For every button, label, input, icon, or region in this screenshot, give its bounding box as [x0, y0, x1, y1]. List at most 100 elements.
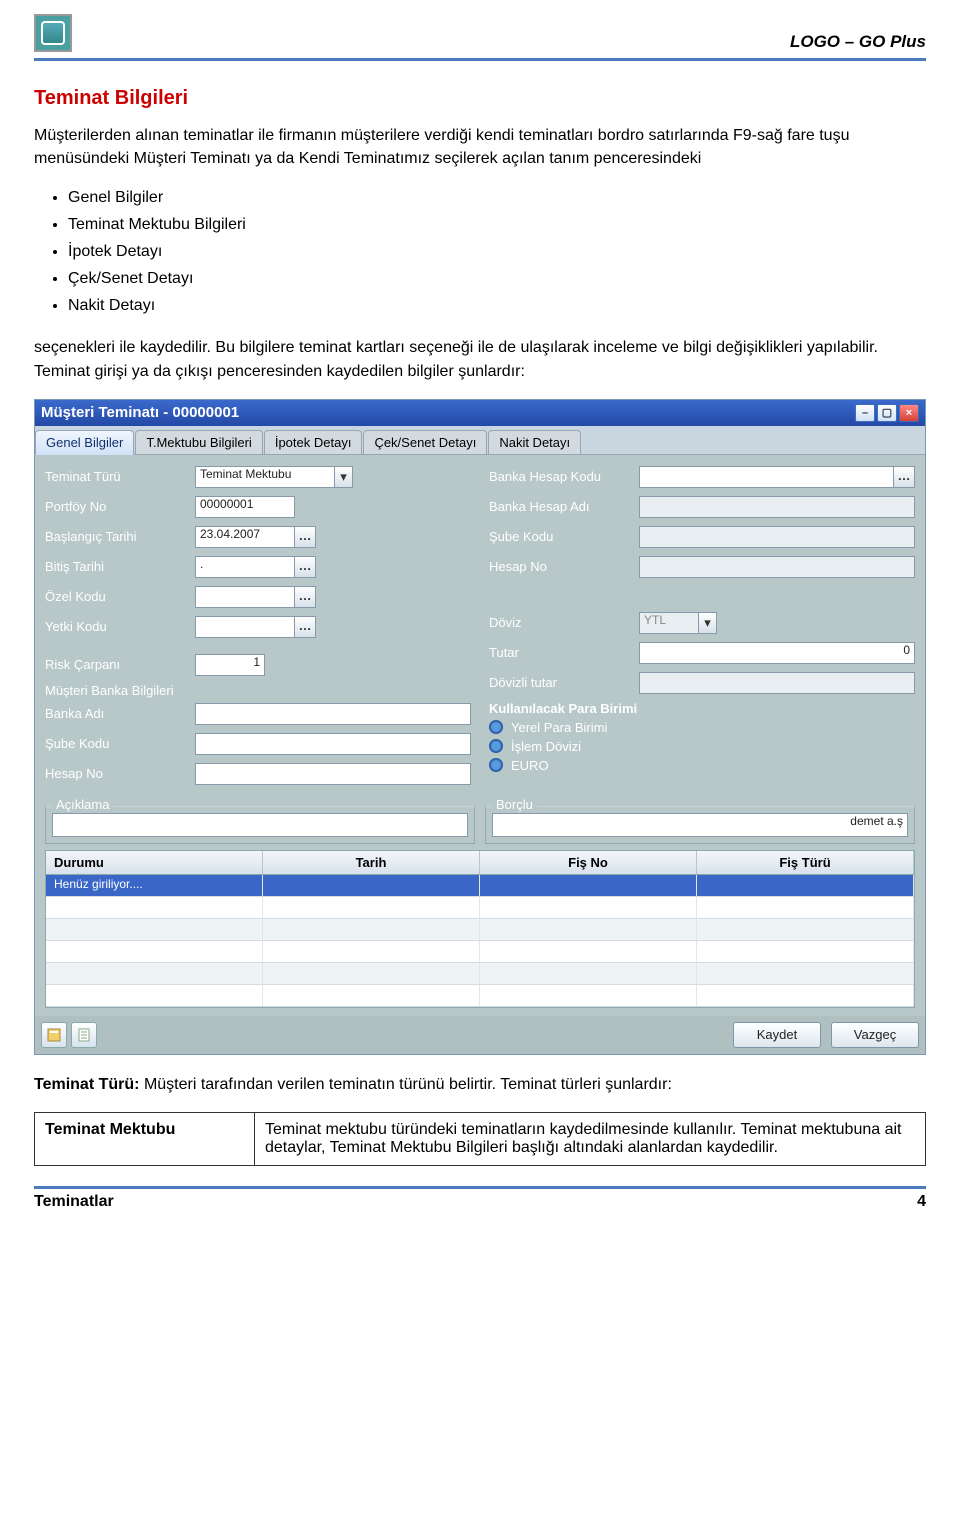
sube-kodu-label: Şube Kodu — [45, 736, 195, 751]
table-row[interactable] — [46, 897, 914, 919]
portfoy-no-label: Portföy No — [45, 499, 195, 514]
tab-tmektubu[interactable]: T.Mektubu Bilgileri — [135, 430, 263, 454]
brand-text: LOGO – GO Plus — [790, 32, 926, 52]
tab-nakit[interactable]: Nakit Detayı — [488, 430, 581, 454]
ozel-kodu-label: Özel Kodu — [45, 589, 195, 604]
table-row[interactable]: Henüz giriliyor.... — [46, 875, 914, 897]
baslangic-tarihi-label: Başlangıç Tarihi — [45, 529, 195, 544]
banka-hesap-kodu-label: Banka Hesap Kodu — [489, 469, 639, 484]
hesap-no-label: Hesap No — [45, 766, 195, 781]
radio-icon — [489, 720, 503, 734]
sube-kodu-label-r: Şube Kodu — [489, 529, 639, 544]
minimize-button[interactable]: – — [855, 404, 875, 422]
sube-kodu-r-input — [639, 526, 915, 548]
list-item: Genel Bilgiler — [68, 186, 926, 211]
section-title: Teminat Bilgileri — [34, 87, 926, 110]
dovizli-tutar-input — [639, 672, 915, 694]
portfoy-no-input[interactable]: 00000001 — [195, 496, 295, 518]
toolbar-icon-1[interactable] — [41, 1022, 67, 1048]
tutar-label: Tutar — [489, 645, 639, 660]
radio-icon — [489, 739, 503, 753]
yetki-kodu-input[interactable] — [195, 616, 295, 638]
radio-label: EURO — [511, 758, 549, 773]
aciklama-input[interactable] — [52, 813, 468, 837]
chevron-down-icon[interactable]: ▾ — [335, 466, 353, 488]
footer-left: Teminatlar — [34, 1193, 114, 1211]
list-item: Teminat Mektubu Bilgileri — [68, 213, 926, 238]
risk-carpani-label: Risk Çarpanı — [45, 657, 195, 672]
definition-table: Teminat Mektubu Teminat mektubu türündek… — [34, 1112, 926, 1166]
intro-paragraph: Müşterilerden alınan teminatlar ile firm… — [34, 124, 926, 170]
bullet-list: Genel Bilgiler Teminat Mektubu Bilgileri… — [68, 186, 926, 318]
bitis-tarihi-label: Bitiş Tarihi — [45, 559, 195, 574]
header-rule — [34, 58, 926, 61]
maximize-button[interactable]: ▢ — [877, 404, 897, 422]
aciklama-label: Açıklama — [52, 797, 113, 812]
table-row[interactable] — [46, 919, 914, 941]
tab-genel-bilgiler[interactable]: Genel Bilgiler — [35, 430, 134, 455]
radio-label: İşlem Dövizi — [511, 739, 581, 754]
titlebar: Müşteri Teminatı - 00000001 – ▢ × — [35, 400, 925, 426]
radio-label: Yerel Para Birimi — [511, 720, 607, 735]
teminat-turu-select[interactable]: Teminat Mektubu — [195, 466, 335, 488]
kpb-section: Kullanılacak Para Birimi — [489, 701, 915, 716]
doviz-select[interactable]: YTL — [639, 612, 699, 634]
close-button[interactable]: × — [899, 404, 919, 422]
ozel-kodu-input[interactable] — [195, 586, 295, 608]
lookup-button[interactable]: … — [294, 616, 316, 638]
status-grid: Durumu Tarih Fiş No Fiş Türü Henüz giril… — [45, 850, 915, 1008]
chevron-down-icon[interactable]: ▾ — [699, 612, 717, 634]
hesap-no-label-r: Hesap No — [489, 559, 639, 574]
borclu-input[interactable]: demet a.ş — [492, 813, 908, 837]
vazgec-button[interactable]: Vazgeç — [831, 1022, 919, 1048]
kaydet-button[interactable]: Kaydet — [733, 1022, 821, 1048]
radio-icon — [489, 758, 503, 772]
musteri-banka-section: Müşteri Banka Bilgileri — [45, 683, 471, 698]
toolbar-icon-2[interactable] — [71, 1022, 97, 1048]
radio-euro[interactable]: EURO — [489, 758, 915, 773]
cell-durumu: Henüz giriliyor.... — [46, 875, 263, 896]
hesap-no-input[interactable] — [195, 763, 471, 785]
banka-adi-label: Banka Adı — [45, 706, 195, 721]
dovizli-tutar-label: Dövizli tutar — [489, 675, 639, 690]
borclu-label: Borçlu — [492, 797, 537, 812]
footer-page: 4 — [917, 1193, 926, 1211]
banka-hesap-adi-input — [639, 496, 915, 518]
col-durumu[interactable]: Durumu — [46, 851, 263, 874]
tabstrip: Genel Bilgiler T.Mektubu Bilgileri İpote… — [35, 426, 925, 455]
yetki-kodu-label: Yetki Kodu — [45, 619, 195, 634]
sube-kodu-input[interactable] — [195, 733, 471, 755]
banka-adi-input[interactable] — [195, 703, 471, 725]
list-item: Nakit Detayı — [68, 294, 926, 319]
def-key: Teminat Mektubu — [35, 1112, 255, 1165]
after-paragraph: Teminat Türü: Müşteri tarafından verilen… — [34, 1073, 926, 1096]
table-row[interactable] — [46, 941, 914, 963]
date-picker-button[interactable]: … — [294, 526, 316, 548]
doviz-label: Döviz — [489, 615, 639, 630]
radio-islem-dovizi[interactable]: İşlem Dövizi — [489, 739, 915, 754]
tutar-input[interactable]: 0 — [639, 642, 915, 664]
table-row[interactable] — [46, 985, 914, 1007]
tab-ceksenet[interactable]: Çek/Senet Detayı — [363, 430, 487, 454]
col-tarih[interactable]: Tarih — [263, 851, 480, 874]
tab-ipotek[interactable]: İpotek Detayı — [264, 430, 363, 454]
baslangic-tarihi-input[interactable]: 23.04.2007 — [195, 526, 295, 548]
table-row[interactable] — [46, 963, 914, 985]
dialog-window: Müşteri Teminatı - 00000001 – ▢ × Genel … — [34, 399, 926, 1055]
col-fisno[interactable]: Fiş No — [480, 851, 697, 874]
teminat-turu-label: Teminat Türü — [45, 469, 195, 484]
col-fisturu[interactable]: Fiş Türü — [697, 851, 914, 874]
risk-carpani-input[interactable]: 1 — [195, 654, 265, 676]
radio-yerel-para[interactable]: Yerel Para Birimi — [489, 720, 915, 735]
banka-hesap-kodu-input[interactable] — [639, 466, 894, 488]
list-item: Çek/Senet Detayı — [68, 267, 926, 292]
def-value: Teminat mektubu türündeki teminatların k… — [255, 1112, 926, 1165]
bitis-tarihi-input[interactable]: . — [195, 556, 295, 578]
intro-paragraph-2: seçenekleri ile kaydedilir. Bu bilgilere… — [34, 336, 926, 382]
app-logo — [34, 14, 72, 52]
banka-hesap-adi-label: Banka Hesap Adı — [489, 499, 639, 514]
lookup-button[interactable]: … — [893, 466, 915, 488]
lookup-button[interactable]: … — [294, 586, 316, 608]
date-picker-button[interactable]: … — [294, 556, 316, 578]
list-item: İpotek Detayı — [68, 240, 926, 265]
